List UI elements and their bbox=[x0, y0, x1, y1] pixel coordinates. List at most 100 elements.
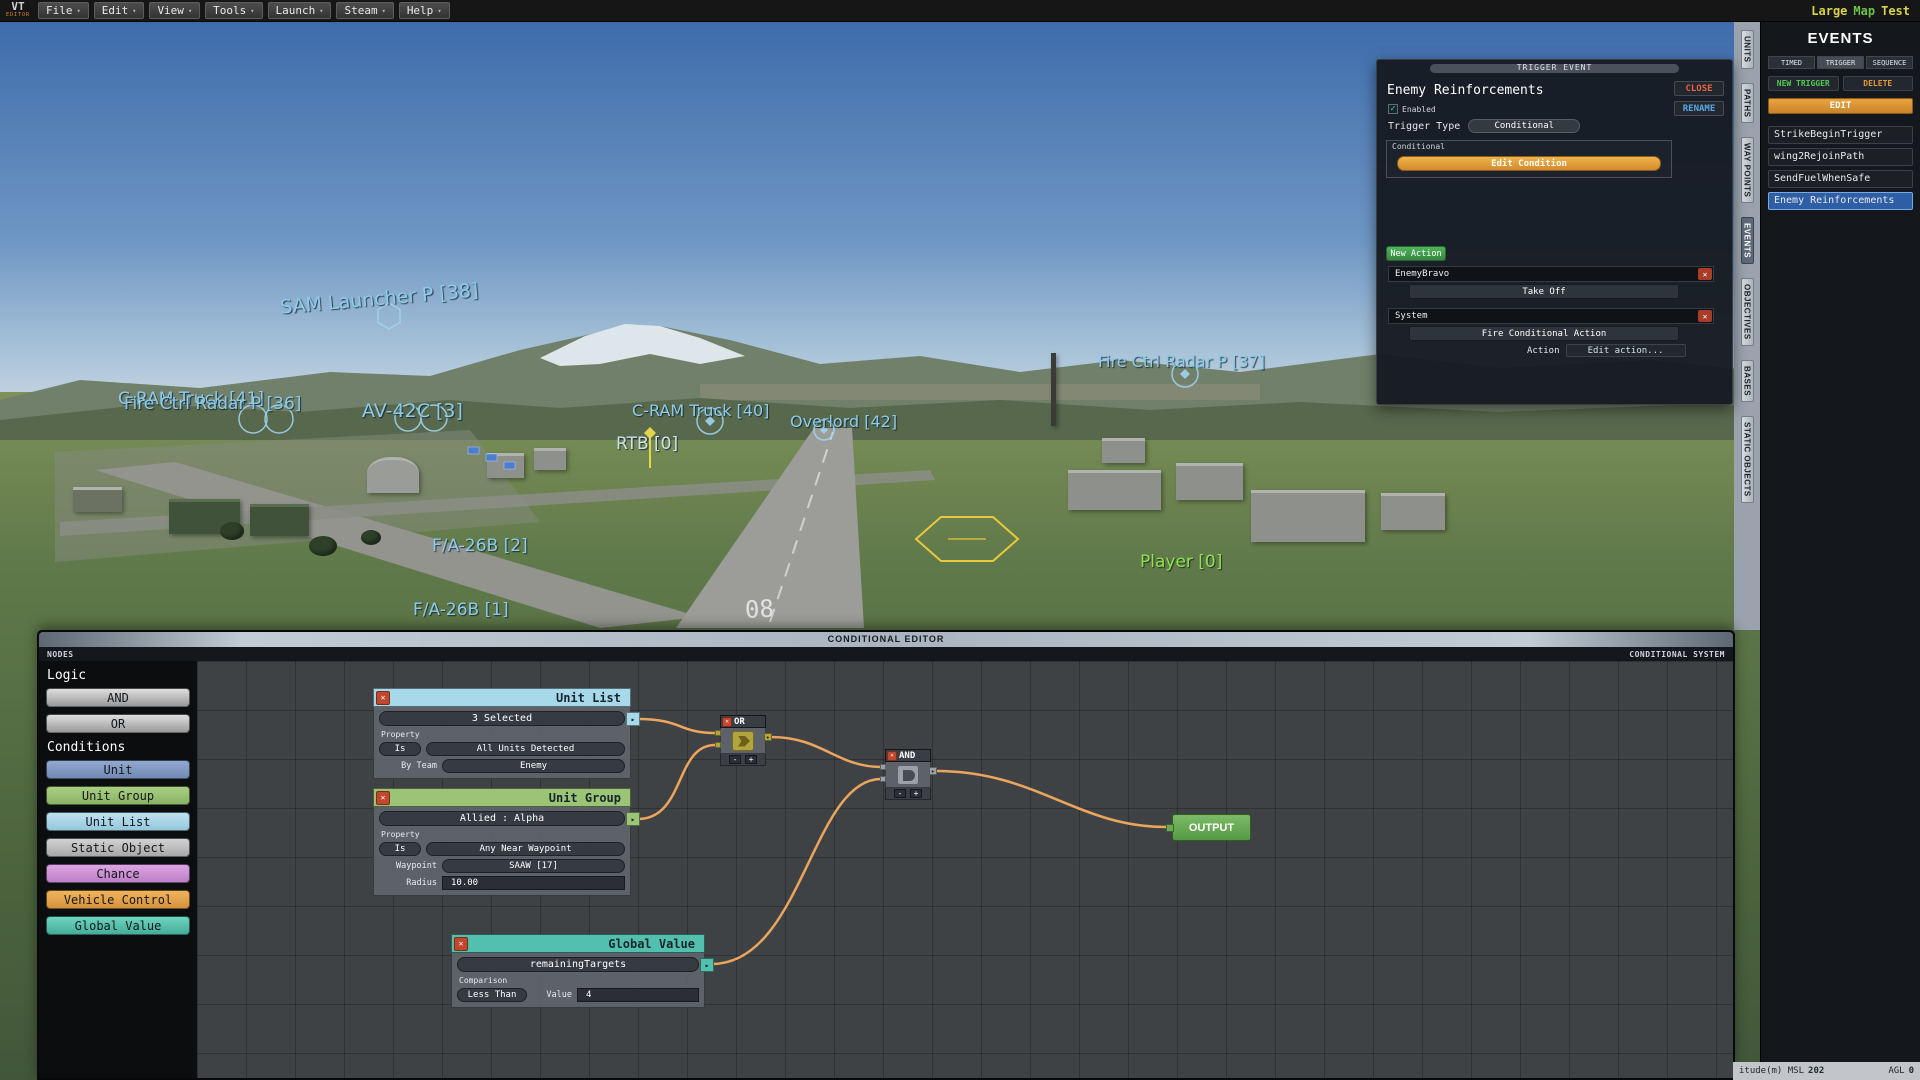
palette-vehicle-control-button[interactable]: Vehicle Control bbox=[46, 890, 190, 909]
add-input-button[interactable]: + bbox=[745, 755, 757, 764]
value-input[interactable]: 4 bbox=[577, 988, 699, 1002]
menu-edit[interactable]: Edit▾ bbox=[94, 2, 145, 19]
palette-global-value-button[interactable]: Global Value bbox=[46, 916, 190, 935]
property-dropdown[interactable]: Any Near Waypoint bbox=[426, 842, 625, 856]
unit-label[interactable]: F/A-26B [2] bbox=[432, 536, 528, 556]
tab-sequence[interactable]: SEQUENCE bbox=[1866, 56, 1913, 69]
node-header[interactable]: ✕ Global Value bbox=[451, 934, 705, 953]
list-item[interactable]: StrikeBeginTrigger bbox=[1768, 126, 1913, 144]
menu-file[interactable]: File▾ bbox=[38, 2, 89, 19]
input-connector[interactable] bbox=[1166, 824, 1174, 832]
and-node[interactable]: ✕ AND - + ▸ bbox=[885, 749, 931, 800]
node-header[interactable]: ✕ Unit List bbox=[373, 688, 631, 707]
output-node[interactable]: OUTPUT bbox=[1172, 814, 1251, 841]
output-connector[interactable]: ▸ bbox=[626, 812, 640, 826]
palette-chance-button[interactable]: Chance bbox=[46, 864, 190, 883]
action-select-button[interactable]: Fire Conditional Action bbox=[1409, 326, 1679, 341]
palette-unit-group-button[interactable]: Unit Group bbox=[46, 786, 190, 805]
unit-selection-dropdown[interactable]: 3 Selected bbox=[379, 711, 625, 726]
palette-or-button[interactable]: OR bbox=[46, 714, 190, 733]
menu-view[interactable]: View▾ bbox=[149, 2, 200, 19]
tab-bases[interactable]: BASES bbox=[1741, 360, 1754, 402]
palette-unit-button[interactable]: Unit bbox=[46, 760, 190, 779]
event-name: Enemy Reinforcements bbox=[1387, 83, 1544, 98]
unit-label[interactable]: AV-42C [3] bbox=[362, 400, 463, 422]
list-item[interactable]: wing2RejoinPath bbox=[1768, 148, 1913, 166]
node-header[interactable]: ✕ Unit Group bbox=[373, 788, 631, 807]
tab-objectives[interactable]: OBJECTIVES bbox=[1741, 278, 1754, 346]
comparison-dropdown[interactable]: Less Than bbox=[457, 988, 527, 1002]
input-connector[interactable] bbox=[715, 730, 721, 736]
tab-paths[interactable]: PATHS bbox=[1741, 83, 1754, 123]
edit-action-button[interactable]: Edit action... bbox=[1566, 344, 1686, 357]
action-select-button[interactable]: Take Off bbox=[1409, 284, 1679, 299]
tab-waypoints[interactable]: WAY POINTS bbox=[1741, 137, 1754, 203]
trigger-type-dropdown[interactable]: Conditional bbox=[1468, 119, 1580, 133]
palette-unit-list-button[interactable]: Unit List bbox=[46, 812, 190, 831]
list-item-selected[interactable]: Enemy Reinforcements bbox=[1768, 192, 1913, 210]
input-connector[interactable] bbox=[715, 742, 721, 748]
trigger-panel-titlebar[interactable]: TRIGGER EVENT bbox=[1377, 60, 1732, 76]
remove-input-button[interactable]: - bbox=[729, 755, 741, 764]
delete-button[interactable]: DELETE bbox=[1843, 76, 1914, 91]
unit-list-node[interactable]: ✕ Unit List 3 Selected Property Is All U… bbox=[373, 688, 631, 779]
property-dropdown[interactable]: All Units Detected bbox=[426, 742, 625, 756]
node-header[interactable]: ✕ AND bbox=[885, 749, 931, 762]
output-connector[interactable]: ▸ bbox=[929, 767, 937, 775]
waypoint-dropdown[interactable]: SAAW [17] bbox=[442, 859, 625, 873]
palette-and-button[interactable]: AND bbox=[46, 688, 190, 707]
unit-label-player[interactable]: Player [0] bbox=[1140, 552, 1222, 572]
node-header[interactable]: ✕ OR bbox=[720, 715, 766, 728]
unit-group-node[interactable]: ✕ Unit Group Allied : Alpha Property Is … bbox=[373, 788, 631, 896]
node-close-icon[interactable]: ✕ bbox=[376, 791, 390, 805]
close-button[interactable]: CLOSE bbox=[1674, 81, 1724, 96]
edit-condition-button[interactable]: Edit Condition bbox=[1397, 156, 1661, 171]
input-connector[interactable] bbox=[880, 764, 886, 770]
unit-label[interactable]: C-RAM Truck [40] bbox=[632, 401, 769, 420]
enabled-checkbox[interactable]: ✓ bbox=[1388, 104, 1398, 114]
node-close-icon[interactable]: ✕ bbox=[454, 937, 468, 951]
action-row-label: Action bbox=[1527, 346, 1560, 356]
radius-input[interactable]: 10.00 bbox=[442, 876, 625, 890]
menu-tools[interactable]: Tools▾ bbox=[205, 2, 262, 19]
unit-label[interactable]: Fire Ctrl Radar P [36] bbox=[124, 394, 301, 414]
node-close-icon[interactable]: ✕ bbox=[722, 717, 732, 727]
new-trigger-button[interactable]: NEW TRIGGER bbox=[1768, 76, 1839, 91]
unit-label[interactable]: F/A-26B [1] bbox=[413, 600, 509, 620]
output-connector[interactable]: ▸ bbox=[626, 712, 640, 726]
team-dropdown[interactable]: Enemy bbox=[442, 759, 625, 773]
tab-events[interactable]: EVENTS bbox=[1741, 217, 1754, 264]
tab-units[interactable]: UNITS bbox=[1741, 30, 1754, 69]
palette-static-object-button[interactable]: Static Object bbox=[46, 838, 190, 857]
node-close-icon[interactable]: ✕ bbox=[887, 751, 897, 761]
tab-timed[interactable]: TIMED bbox=[1768, 56, 1815, 69]
input-connector[interactable] bbox=[880, 776, 886, 782]
group-selection-dropdown[interactable]: Allied : Alpha bbox=[379, 811, 625, 826]
global-value-dropdown[interactable]: remainingTargets bbox=[457, 957, 699, 972]
menu-launch[interactable]: Launch▾ bbox=[268, 2, 332, 19]
unit-label[interactable]: Overlord [42] bbox=[790, 412, 897, 431]
tab-static-objects[interactable]: STATIC OBJECTS bbox=[1741, 416, 1754, 503]
node-graph-canvas[interactable]: ✕ Unit List 3 Selected Property Is All U… bbox=[197, 661, 1733, 1078]
menu-steam[interactable]: Steam▾ bbox=[336, 2, 393, 19]
rename-button[interactable]: RENAME bbox=[1674, 101, 1724, 116]
remove-input-button[interactable]: - bbox=[894, 789, 906, 798]
output-connector[interactable]: ▸ bbox=[700, 958, 714, 972]
unit-label[interactable]: RTB [0] bbox=[616, 434, 678, 454]
remove-action-button[interactable]: ✕ bbox=[1698, 310, 1712, 322]
is-toggle[interactable]: Is bbox=[379, 742, 421, 756]
remove-action-button[interactable]: ✕ bbox=[1698, 268, 1712, 280]
conditional-editor-titlebar[interactable]: CONDITIONAL EDITOR bbox=[39, 632, 1733, 647]
add-input-button[interactable]: + bbox=[910, 789, 922, 798]
menu-help[interactable]: Help▾ bbox=[399, 2, 450, 19]
output-connector[interactable]: ▸ bbox=[764, 733, 772, 741]
list-item[interactable]: SendFuelWhenSafe bbox=[1768, 170, 1913, 188]
tab-trigger[interactable]: TRIGGER bbox=[1817, 56, 1864, 69]
or-node[interactable]: ✕ OR - + ▸ bbox=[720, 715, 766, 766]
new-action-button[interactable]: New Action bbox=[1386, 246, 1446, 261]
node-close-icon[interactable]: ✕ bbox=[376, 691, 390, 705]
edit-button[interactable]: EDIT bbox=[1768, 98, 1913, 114]
is-toggle[interactable]: Is bbox=[379, 842, 421, 856]
global-value-node[interactable]: ✕ Global Value remainingTargets Comparis… bbox=[451, 934, 705, 1008]
unit-label[interactable]: Fire Ctrl Radar P [37] bbox=[1098, 352, 1265, 371]
